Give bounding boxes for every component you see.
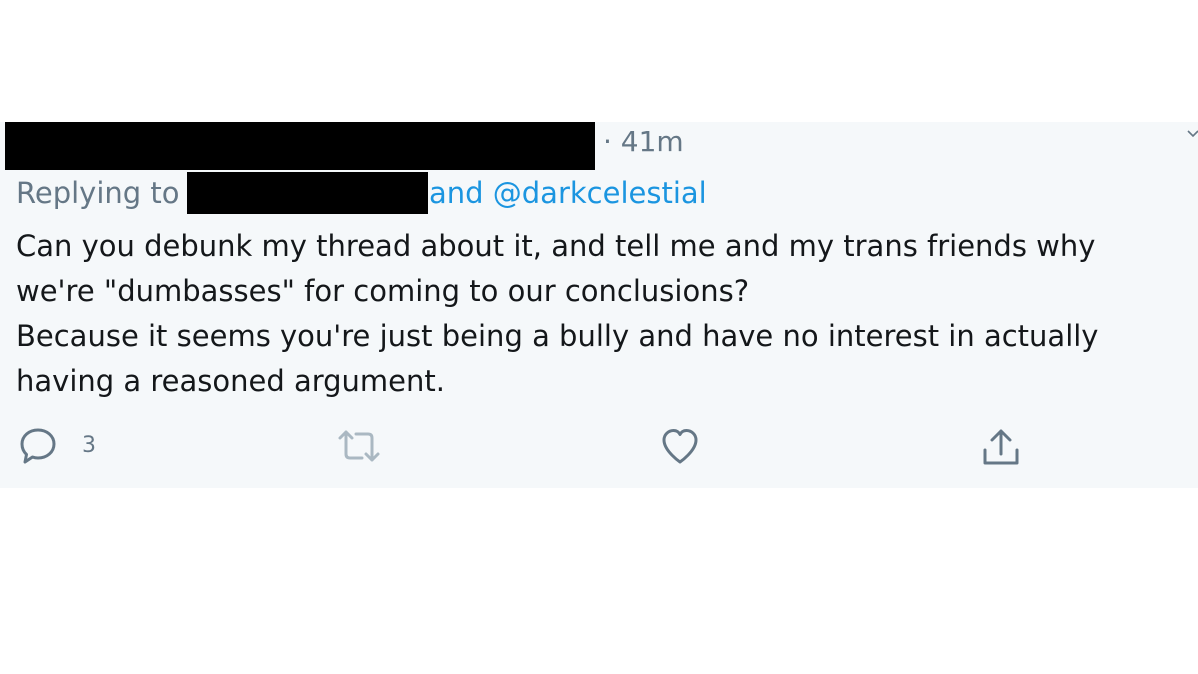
replying-to-label: Replying to bbox=[16, 176, 180, 210]
tweet-text-line: Can you debunk my thread about it, and t… bbox=[16, 229, 1096, 263]
reply-button[interactable]: 3 bbox=[18, 426, 96, 466]
redacted-author-name bbox=[5, 122, 595, 170]
tweet-timestamp[interactable]: · 41m bbox=[603, 124, 684, 160]
replying-to-mention[interactable]: and @darkcelestial bbox=[429, 174, 707, 212]
tweet-text-line: Because it seems you're just being a bul… bbox=[16, 319, 1099, 353]
retweet-icon bbox=[336, 428, 382, 464]
share-icon bbox=[981, 426, 1021, 468]
redacted-replying-handle bbox=[187, 172, 428, 214]
heart-icon bbox=[660, 426, 700, 466]
retweet-button[interactable] bbox=[336, 428, 382, 464]
tweet-text-line: we're "dumbasses" for coming to our conc… bbox=[16, 274, 750, 308]
reply-count: 3 bbox=[82, 433, 96, 458]
reply-icon bbox=[18, 426, 58, 466]
chevron-down-icon[interactable] bbox=[1186, 126, 1198, 140]
page: · 41m Replying to and @darkcelestial Can… bbox=[0, 0, 1198, 674]
like-button[interactable] bbox=[660, 426, 700, 466]
tweet-text: Can you debunk my thread about it, and t… bbox=[16, 224, 1191, 404]
tweet-actions: 3 bbox=[0, 422, 1198, 474]
tweet-text-line: having a reasoned argument. bbox=[16, 364, 445, 398]
share-button[interactable] bbox=[981, 426, 1021, 468]
tweet-card[interactable]: · 41m Replying to and @darkcelestial Can… bbox=[0, 122, 1198, 488]
